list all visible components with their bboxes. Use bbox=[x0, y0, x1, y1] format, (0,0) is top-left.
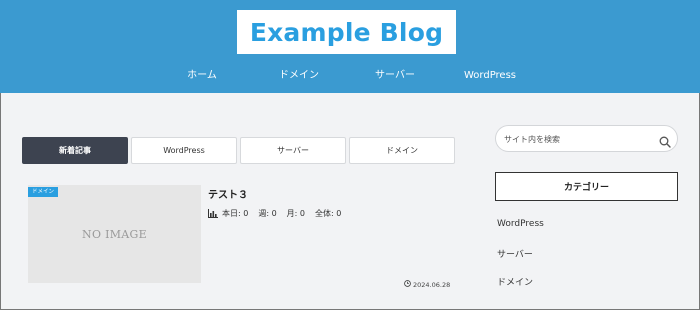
site-header: Example Blog ホーム ドメイン サーバー WordPress bbox=[0, 0, 700, 93]
clock-icon bbox=[404, 280, 411, 289]
sidebar-category-wordpress[interactable]: WordPress bbox=[497, 219, 544, 229]
tab-new-posts[interactable]: 新着記事 bbox=[22, 137, 128, 164]
bar-chart-icon bbox=[208, 209, 218, 218]
nav-item-home[interactable]: ホーム bbox=[187, 68, 217, 84]
sidebar-category-domain[interactable]: ドメイン bbox=[497, 275, 533, 288]
nav-item-domain[interactable]: ドメイン bbox=[279, 68, 319, 84]
global-nav: ホーム ドメイン サーバー WordPress bbox=[0, 68, 700, 84]
category-heading: カテゴリー bbox=[495, 172, 678, 201]
post-view-counts: 本日: 0 週: 0 月: 0 全体: 0 bbox=[208, 208, 347, 219]
post-date-text: 2024.06.28 bbox=[413, 280, 451, 289]
post-date: 2024.06.28 bbox=[404, 280, 450, 289]
post-category-badge: ドメイン bbox=[28, 187, 59, 197]
search-input[interactable] bbox=[504, 132, 654, 146]
post-title[interactable]: テスト３ bbox=[208, 186, 248, 201]
views-today: 本日: 0 bbox=[222, 209, 249, 218]
views-week: 週: 0 bbox=[258, 209, 277, 218]
nav-item-server[interactable]: サーバー bbox=[375, 68, 415, 84]
site-logo[interactable]: Example Blog bbox=[237, 10, 456, 54]
views-total: 全体: 0 bbox=[314, 209, 342, 218]
search-icon[interactable] bbox=[659, 133, 671, 152]
no-image-placeholder: NO IMAGE bbox=[82, 227, 147, 241]
tab-wordpress[interactable]: WordPress bbox=[131, 137, 237, 164]
sidebar-category-server[interactable]: サーバー bbox=[497, 247, 533, 260]
tab-server[interactable]: サーバー bbox=[240, 137, 346, 164]
views-month: 月: 0 bbox=[286, 209, 305, 218]
sidebar-search bbox=[495, 125, 678, 152]
tab-domain[interactable]: ドメイン bbox=[349, 137, 455, 164]
nav-item-wordpress[interactable]: WordPress bbox=[464, 68, 516, 84]
post-thumbnail[interactable]: NO IMAGE bbox=[28, 185, 201, 283]
